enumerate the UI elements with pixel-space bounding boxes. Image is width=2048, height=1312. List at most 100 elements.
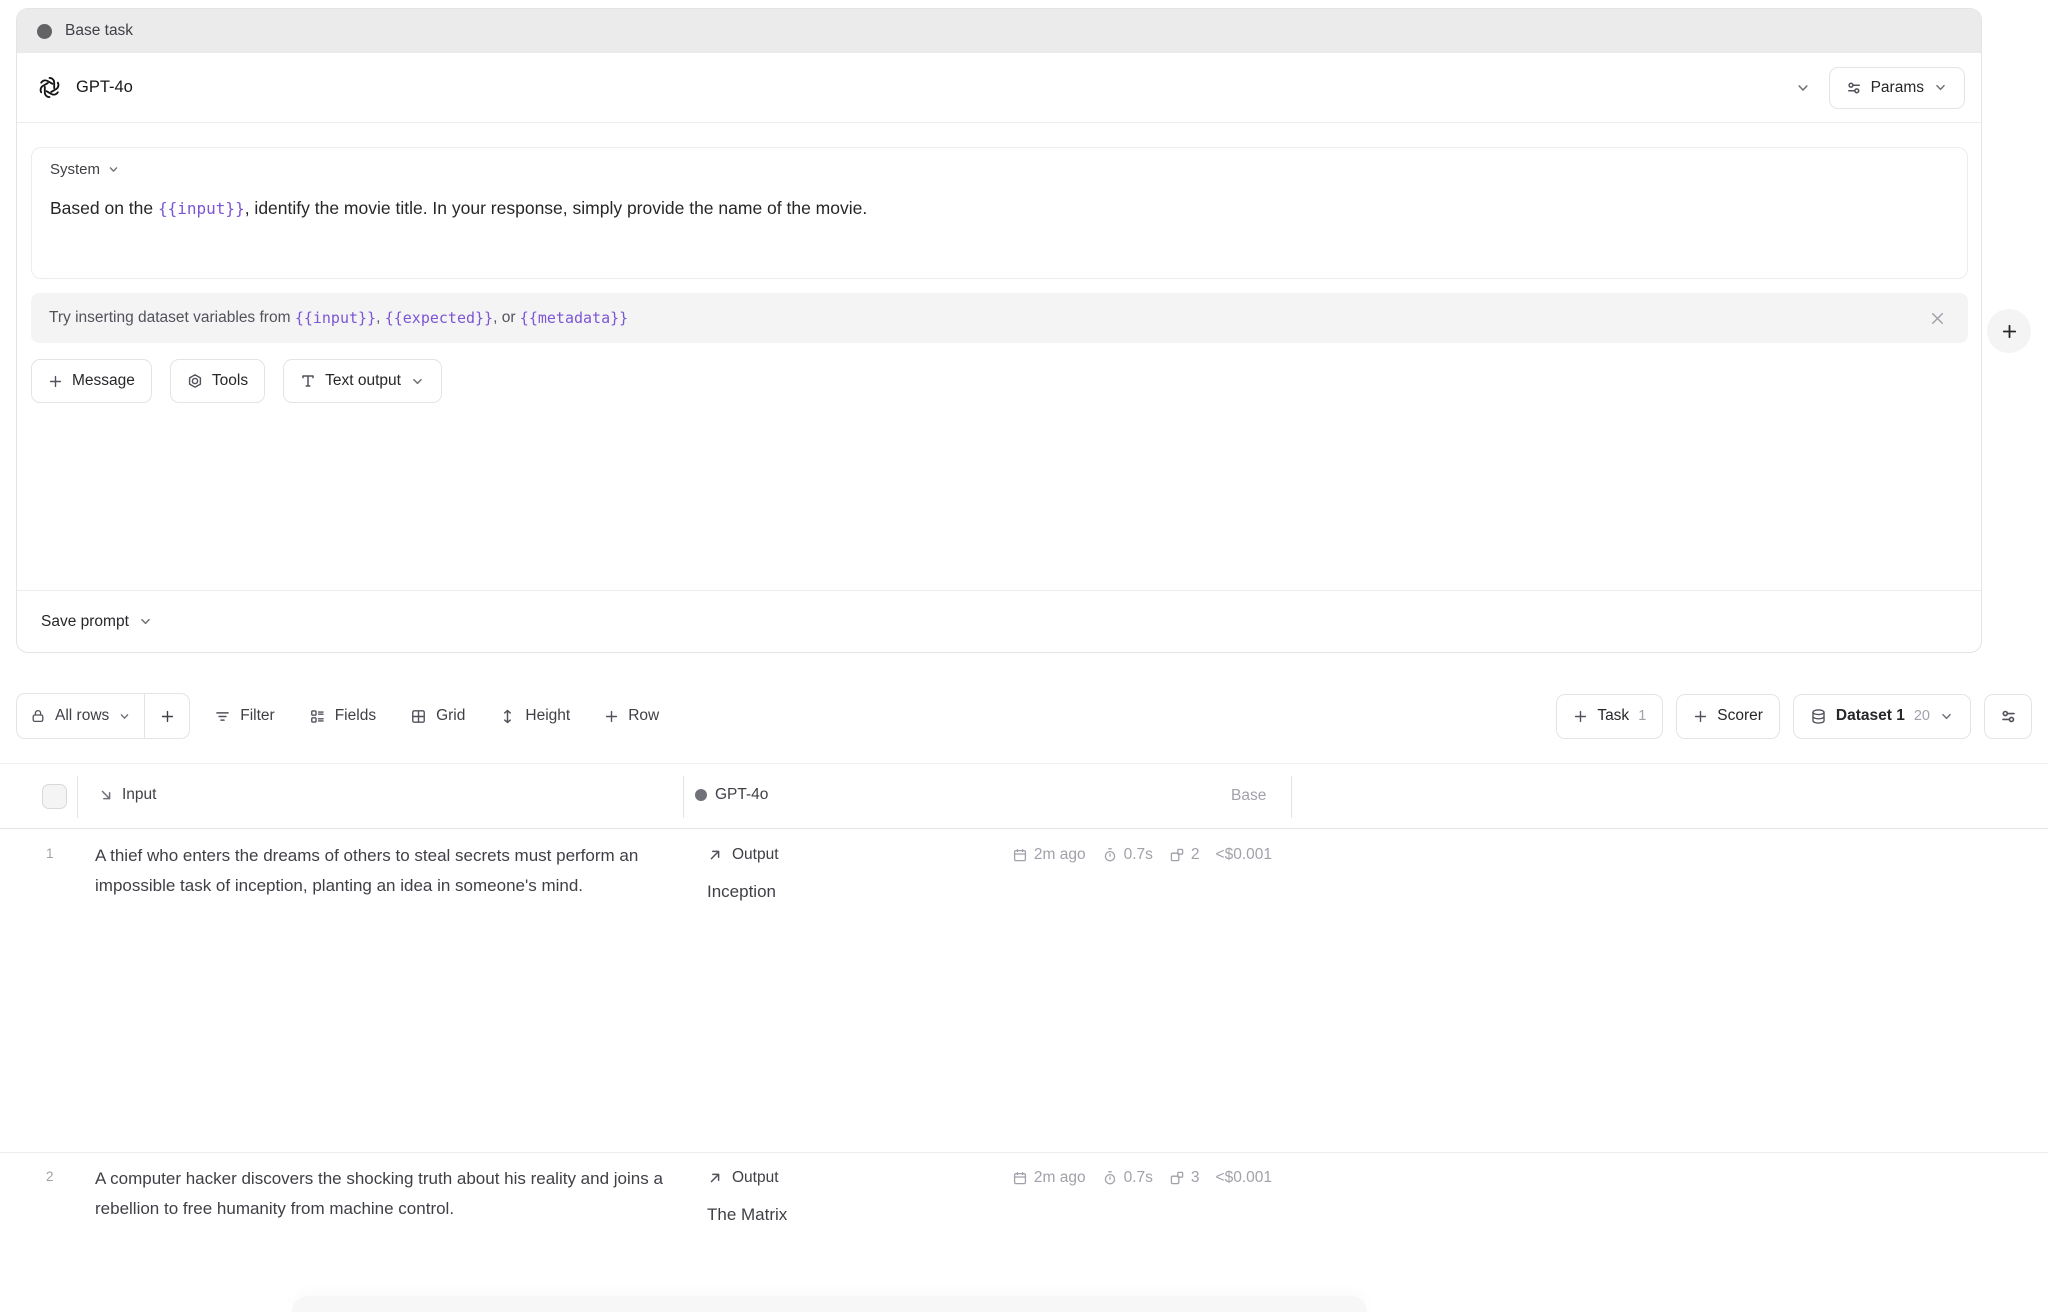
output-type-button[interactable]: Text output (283, 359, 442, 403)
playground-screen: Base task GPT-4o (0, 0, 2048, 1312)
table-row[interactable]: 1 A thief who enters the dreams of other… (0, 830, 2048, 1153)
add-scorer-label: Scorer (1717, 707, 1763, 725)
height-button[interactable]: Height (497, 703, 572, 729)
grid-icon (410, 708, 427, 725)
chevron-down-icon (1933, 80, 1948, 95)
token-count: 2 (1169, 846, 1200, 864)
input-cell[interactable]: A computer hacker discovers the shocking… (95, 1164, 685, 1224)
grid-header: Input GPT-4o Base (0, 763, 2048, 829)
save-prompt-label: Save prompt (41, 613, 129, 631)
tokens-icon (1169, 1170, 1185, 1186)
add-message-button[interactable]: Message (31, 359, 152, 403)
input-column-label: Input (122, 786, 156, 804)
calendar-icon (1012, 1170, 1028, 1186)
tools-label: Tools (212, 372, 248, 390)
hint-close-button[interactable] (1925, 306, 1950, 331)
add-scorer-button[interactable]: Scorer (1676, 694, 1780, 739)
tools-button[interactable]: Tools (170, 359, 265, 403)
filter-label: Filter (240, 707, 274, 725)
table-settings-button[interactable] (1984, 694, 2032, 739)
task-panel-header: Base task (17, 9, 1981, 53)
input-cell[interactable]: A thief who enters the dreams of others … (95, 841, 685, 901)
hint-var-metadata[interactable]: {{metadata}} (520, 309, 628, 327)
prompt-actions: Message Tools Text output (31, 359, 442, 403)
token-count: 3 (1169, 1169, 1200, 1187)
latency-value: 0.7s (1124, 846, 1153, 864)
token-value: 3 (1191, 1169, 1200, 1187)
add-message-label: Message (72, 372, 135, 390)
tools-nut-icon (187, 373, 203, 389)
plus-icon (604, 709, 619, 724)
column-divider (683, 776, 684, 818)
grid-button[interactable]: Grid (408, 703, 467, 729)
model-column-label: GPT-4o (715, 786, 768, 804)
filter-button[interactable]: Filter (212, 703, 276, 729)
add-panel-button[interactable] (1987, 309, 2031, 353)
table-toolbar-right: Task 1 Scorer Dataset 1 20 (1556, 694, 2032, 739)
output-cell-header[interactable]: Output (707, 1169, 779, 1187)
add-row-label: Row (628, 707, 659, 725)
row-number: 2 (46, 1169, 54, 1184)
output-type-label: Text output (325, 372, 401, 390)
system-message-editor[interactable]: System Based on the {{input}}, identify … (31, 147, 1968, 279)
column-header-model[interactable]: GPT-4o (695, 786, 768, 804)
hint-prefix: Try inserting dataset variables from (49, 309, 295, 327)
grid-label: Grid (436, 707, 465, 725)
add-scope-button[interactable] (145, 694, 189, 738)
column-header-input[interactable]: Input (98, 786, 156, 804)
arrow-up-right-icon (707, 847, 723, 863)
view-controls: Filter Fields Grid Height (212, 703, 661, 729)
params-button[interactable]: Params (1829, 67, 1965, 109)
column-divider (1291, 776, 1292, 818)
fields-button[interactable]: Fields (307, 703, 378, 729)
plus-icon (2001, 323, 2018, 340)
column-divider (77, 776, 78, 818)
filter-icon (214, 708, 231, 725)
add-row-button[interactable]: Row (602, 703, 661, 729)
table-toolbar: All rows Filter (16, 693, 2032, 739)
output-value[interactable]: The Matrix (707, 1205, 787, 1225)
cost: <$0.001 (1216, 846, 1272, 864)
token-value: 2 (1191, 846, 1200, 864)
bottom-sheet-edge (292, 1296, 1367, 1312)
plus-icon (160, 709, 175, 724)
hint-var-expected[interactable]: {{expected}} (385, 309, 493, 327)
openai-logo-icon (37, 75, 62, 100)
output-cell-header[interactable]: Output (707, 846, 779, 864)
chevron-down-icon (138, 614, 153, 629)
select-all-checkbox[interactable] (42, 784, 67, 809)
hint-sep: , (376, 309, 385, 327)
cost-value: <$0.001 (1216, 846, 1272, 864)
sliders-icon (1846, 80, 1862, 96)
arrow-down-right-icon (98, 787, 114, 803)
params-label: Params (1871, 79, 1924, 97)
task-status-dot-icon (37, 24, 52, 39)
dataset-label: Dataset 1 (1836, 707, 1905, 725)
task-panel: Base task GPT-4o (16, 8, 1982, 653)
dataset-variables-hint: Try inserting dataset variables from {{i… (31, 293, 1968, 343)
model-row: GPT-4o Params (17, 53, 1981, 123)
dataset-button[interactable]: Dataset 1 20 (1793, 694, 1971, 739)
text-type-icon (300, 373, 316, 389)
plus-icon (48, 374, 63, 389)
save-prompt-button[interactable]: Save prompt (41, 613, 153, 631)
all-rows-dropdown[interactable]: All rows (17, 694, 144, 738)
add-task-button[interactable]: Task 1 (1556, 694, 1663, 739)
hint-var-input[interactable]: {{input}} (295, 309, 376, 327)
table-row[interactable]: 2 A computer hacker discovers the shocki… (0, 1153, 2048, 1312)
chevron-down-icon (410, 374, 425, 389)
output-label: Output (732, 1169, 779, 1187)
stopwatch-icon (1102, 1170, 1118, 1186)
add-task-label: Task (1597, 707, 1629, 725)
model-status-dot-icon (695, 789, 707, 801)
model-select[interactable]: GPT-4o (37, 75, 1811, 100)
chevron-down-icon (118, 710, 131, 723)
output-value[interactable]: Inception (707, 882, 776, 902)
latency: 0.7s (1102, 846, 1153, 864)
timestamp: 2m ago (1012, 846, 1086, 864)
model-name: GPT-4o (76, 78, 133, 97)
latency: 0.7s (1102, 1169, 1153, 1187)
run-metadata: 2m ago 0.7s 3 <$0.001 (1012, 1169, 1272, 1187)
message-role-select[interactable]: System (50, 161, 120, 178)
prompt-text[interactable]: Based on the {{input}}, identify the mov… (50, 198, 1940, 219)
